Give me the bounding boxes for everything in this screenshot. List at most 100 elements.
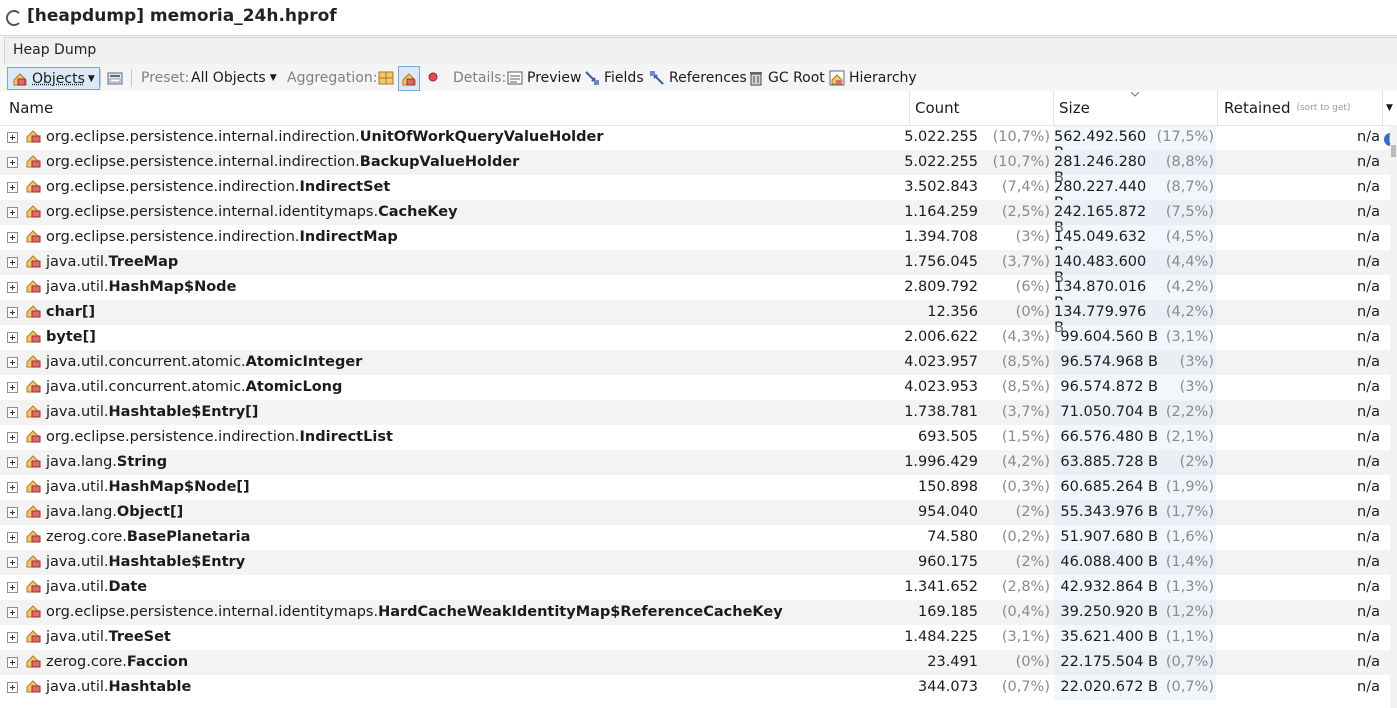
- snapshot-button[interactable]: [107, 64, 127, 91]
- fields-button[interactable]: Fields: [584, 64, 644, 91]
- table-row[interactable]: java.util.TreeSet 1.484.225 (3,1%) 35.621.4…: [0, 625, 1390, 650]
- retained-value: n/a: [1357, 279, 1380, 295]
- table-row[interactable]: org.eclipse.persistence.internal.indirec…: [0, 150, 1390, 186]
- scrollbar-thumb[interactable]: [1391, 145, 1396, 157]
- count-value: 5.022.255: [904, 129, 978, 145]
- expand-icon[interactable]: [7, 232, 18, 243]
- count-value: 1.738.781: [904, 404, 978, 420]
- objects-view-button[interactable]: Objects ▼: [7, 67, 100, 90]
- column-divider[interactable]: [1217, 91, 1218, 125]
- table-row[interactable]: org.eclipse.persistence.indirection.Indi…: [0, 425, 1390, 450]
- table-row[interactable]: java.util.Date 1.341.652 (2,8%) 42.932.864 …: [0, 575, 1390, 600]
- expand-icon[interactable]: [7, 607, 18, 618]
- preset-value: All Objects: [191, 69, 266, 86]
- size-cell: 22.175.504 B (0,7%): [1054, 650, 1216, 675]
- preview-button[interactable]: Preview: [507, 64, 582, 91]
- expand-icon[interactable]: [7, 632, 18, 643]
- expand-icon[interactable]: [7, 382, 18, 393]
- size-cell: 55.343.976 B (1,7%): [1054, 500, 1216, 525]
- expand-icon[interactable]: [7, 557, 18, 568]
- table-row[interactable]: org.eclipse.persistence.internal.identit…: [0, 600, 1390, 625]
- table-row[interactable]: zerog.core.BasePlanetaria 74.580 (0,2%) 51.…: [0, 525, 1390, 550]
- column-header-name[interactable]: Name: [9, 91, 53, 125]
- retained-value: n/a: [1357, 429, 1380, 445]
- class-name: java.util.Date: [46, 579, 147, 595]
- gc-root-button[interactable]: GC Root: [748, 64, 825, 91]
- table-row[interactable]: org.eclipse.persistence.internal.indirec…: [0, 125, 1390, 161]
- references-button[interactable]: References: [649, 64, 747, 91]
- class-simple-name: TreeSet: [108, 629, 171, 645]
- column-header-count[interactable]: Count: [915, 91, 960, 125]
- class-simple-name: byte[]: [46, 329, 96, 345]
- table-row[interactable]: java.util.Hashtable$Entry 960.175 (2%) 46.0…: [0, 550, 1390, 575]
- aggregate-by-class-button[interactable]: [398, 66, 420, 91]
- package-name: java.util.: [46, 279, 109, 295]
- retained-value: n/a: [1357, 379, 1380, 395]
- expand-icon[interactable]: [7, 682, 18, 693]
- aggregate-by-package-button[interactable]: [378, 64, 398, 91]
- count-value: 2.809.792: [904, 279, 978, 295]
- expand-icon[interactable]: [7, 132, 18, 143]
- column-divider[interactable]: [1382, 91, 1383, 125]
- table-row[interactable]: org.eclipse.persistence.indirection.Indi…: [0, 225, 1390, 261]
- aggregate-none-button[interactable]: [428, 64, 448, 91]
- column-divider[interactable]: [909, 91, 910, 125]
- expand-icon[interactable]: [7, 257, 18, 268]
- hierarchy-button[interactable]: Hierarchy: [829, 64, 917, 91]
- table-row[interactable]: org.eclipse.persistence.indirection.Indi…: [0, 175, 1390, 211]
- expand-icon[interactable]: [7, 332, 18, 343]
- class-name: org.eclipse.persistence.internal.indirec…: [46, 154, 519, 170]
- expand-icon[interactable]: [7, 532, 18, 543]
- expand-icon[interactable]: [7, 507, 18, 518]
- column-header-retained[interactable]: Retained (sort to get): [1224, 91, 1350, 125]
- table-row[interactable]: java.util.concurrent.atomic.AtomicLong 4.…: [0, 375, 1390, 400]
- expand-icon[interactable]: [7, 157, 18, 168]
- size-percent: (4,5%): [1165, 229, 1214, 245]
- table-row[interactable]: java.util.TreeMap 1.756.045 (3,7%) 140.483.…: [0, 250, 1390, 286]
- expand-icon[interactable]: [7, 207, 18, 218]
- vertical-scrollbar[interactable]: [1390, 125, 1397, 708]
- table-row[interactable]: java.util.concurrent.atomic.AtomicIntege…: [0, 350, 1390, 375]
- preview-icon: [507, 70, 523, 86]
- expand-icon[interactable]: [7, 457, 18, 468]
- class-simple-name: Hashtable$Entry: [108, 554, 246, 570]
- table-row[interactable]: java.util.HashMap$Node 2.809.792 (6%) 134.8…: [0, 275, 1390, 311]
- column-menu-icon[interactable]: ▼: [1386, 91, 1393, 125]
- count-percent: (8,5%): [1001, 379, 1050, 395]
- expand-icon[interactable]: [7, 357, 18, 368]
- count-cell: 169.185 (0,4%): [910, 600, 1050, 625]
- retained-value: n/a: [1357, 629, 1380, 645]
- expand-icon[interactable]: [7, 582, 18, 593]
- expand-icon[interactable]: [7, 182, 18, 193]
- table-row[interactable]: org.eclipse.persistence.internal.identit…: [0, 200, 1390, 236]
- class-icon: [12, 71, 28, 87]
- table-row[interactable]: java.lang.String 1.996.429 (4,2%) 63.885.72…: [0, 450, 1390, 475]
- expand-icon[interactable]: [7, 657, 18, 668]
- table-row[interactable]: java.util.Hashtable 344.073 (0,7%) 22.020.6…: [0, 675, 1390, 700]
- column-header-size[interactable]: Size: [1059, 91, 1090, 125]
- expand-icon[interactable]: [7, 482, 18, 493]
- table-row[interactable]: char[] 12.356 (0%) 134.779.976 B (4,2%) n/a: [0, 300, 1390, 336]
- table-row[interactable]: java.lang.Object[] 954.040 (2%) 55.343.976 …: [0, 500, 1390, 525]
- expand-icon[interactable]: [7, 432, 18, 443]
- class-simple-name: AtomicInteger: [245, 354, 363, 370]
- class-simple-name: TreeMap: [108, 254, 179, 270]
- size-cell: 35.621.400 B (1,1%): [1054, 625, 1216, 650]
- table-row[interactable]: byte[] 2.006.622 (4,3%) 99.604.560 B (3,1%) n…: [0, 325, 1390, 350]
- column-divider[interactable]: [1053, 91, 1054, 125]
- size-cell: 63.885.728 B (2%): [1054, 450, 1216, 475]
- table-header: Name Count Size Retained (sort to get) ▼: [0, 91, 1397, 126]
- table-row[interactable]: java.util.Hashtable$Entry[] 1.738.781 (3,7…: [0, 400, 1390, 425]
- expand-icon[interactable]: [7, 407, 18, 418]
- column-size-label: Size: [1059, 99, 1090, 117]
- preset-dropdown[interactable]: All Objects ▼: [191, 64, 277, 91]
- table-row[interactable]: java.util.HashMap$Node[] 150.898 (0,3%) 60.…: [0, 475, 1390, 500]
- expand-icon[interactable]: [7, 307, 18, 318]
- count-percent: (0,3%): [1001, 479, 1050, 495]
- package-name: java.util.: [46, 479, 109, 495]
- table-row[interactable]: zerog.core.Faccion 23.491 (0%) 22.175.504 B…: [0, 650, 1390, 675]
- expand-icon[interactable]: [7, 282, 18, 293]
- size-cell: 42.932.864 B (1,3%): [1054, 575, 1216, 600]
- package-name: java.util.: [46, 679, 109, 695]
- tab-heap-dump[interactable]: Heap Dump: [4, 37, 1397, 64]
